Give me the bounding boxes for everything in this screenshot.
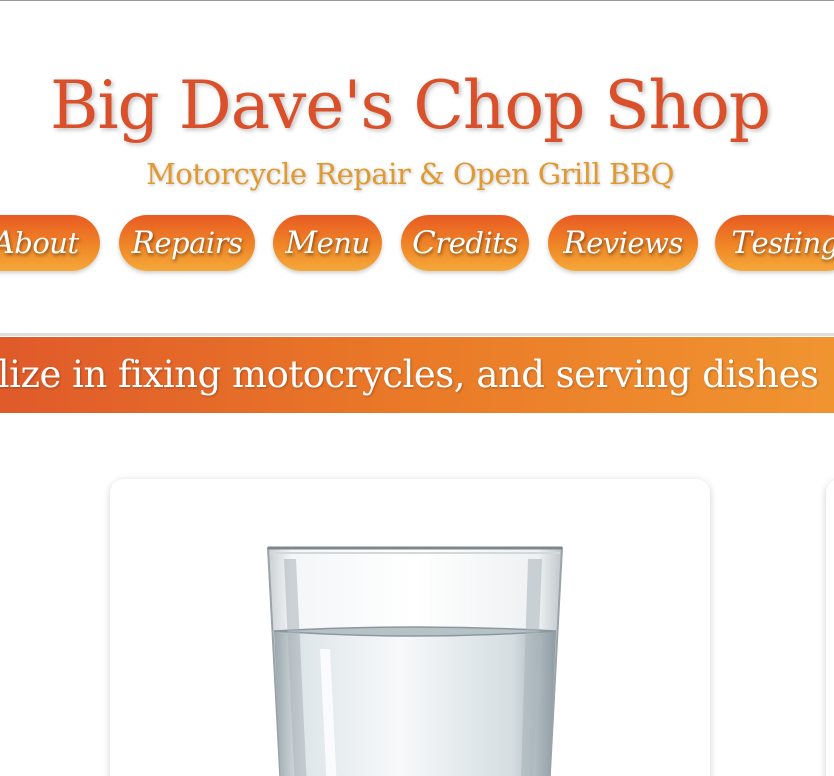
marquee-banner: We specilize in fixing motocrycles, and … [0,337,834,413]
main-nav: About Repairs Menu Credits Reviews Testi… [0,215,834,273]
nav-item-credits[interactable]: Credits [401,215,529,271]
header-divider [0,333,834,336]
water-glass-image [260,539,570,776]
next-card-edge [826,479,834,776]
product-card[interactable] [110,479,710,776]
nav-item-testing[interactable]: Testing [715,215,834,271]
water-glass-icon [266,546,564,776]
page: Big Dave's Chop Shop Motorcycle Repair &… [0,0,834,776]
site-title: Big Dave's Chop Shop [49,67,771,144]
nav-item-about[interactable]: About [0,215,100,271]
banner-text: We specilize in fixing motocrycles, and … [0,353,819,396]
top-border [0,0,834,1]
nav-item-repairs[interactable]: Repairs [119,215,255,271]
nav-item-reviews[interactable]: Reviews [548,215,698,271]
nav-item-menu[interactable]: Menu [273,215,382,271]
site-subtitle: Motorcycle Repair & Open Grill BBQ [146,157,674,191]
